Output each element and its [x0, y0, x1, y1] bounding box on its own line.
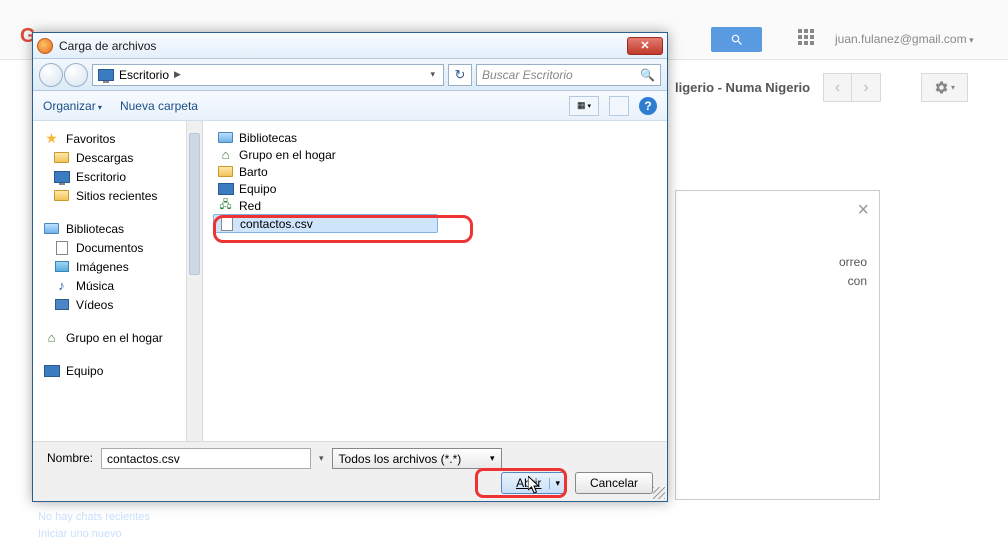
folder-icon [218, 166, 233, 177]
apps-icon[interactable] [798, 29, 814, 45]
organize-menu[interactable]: Organizar [43, 99, 102, 113]
desktop-icon [98, 69, 114, 81]
sidebar-downloads[interactable]: Descargas [33, 148, 202, 167]
new-folder-button[interactable]: Nueva carpeta [120, 99, 198, 113]
bottom-bar: Nombre: ▾ Todos los archivos (*.*) Abrir… [33, 441, 667, 501]
breadcrumb[interactable]: Escritorio ▶ ▾ [92, 64, 444, 86]
sidebar-music[interactable]: ♪Música [33, 276, 202, 295]
file-contactos-csv[interactable]: contactos.csv [213, 214, 438, 233]
address-bar: Escritorio ▶ ▾ ↻ Buscar Escritorio 🔍 [33, 59, 667, 91]
sidebar-computer[interactable]: Equipo [33, 361, 202, 380]
toolbar: Organizar Nueva carpeta ▦ ? [33, 91, 667, 121]
network-icon: 🖧 [217, 198, 234, 213]
titlebar[interactable]: Carga de archivos ✕ [33, 33, 667, 59]
file-libraries[interactable]: Bibliotecas [213, 129, 657, 146]
search-icon [730, 33, 744, 47]
file-upload-dialog: Carga de archivos ✕ Escritorio ▶ ▾ ↻ Bus… [32, 32, 668, 502]
homegroup-icon: ⌂ [43, 330, 60, 345]
computer-icon [44, 365, 60, 377]
close-button[interactable]: ✕ [627, 37, 663, 55]
document-icon [56, 241, 68, 255]
folder-icon [54, 152, 69, 163]
computer-icon [218, 183, 234, 195]
contact-name: ligerio - Numa Nigerio [675, 80, 810, 95]
file-barto[interactable]: Barto [213, 163, 657, 180]
close-icon[interactable]: × [857, 199, 869, 222]
sidebar-images[interactable]: Imágenes [33, 257, 202, 276]
sidebar-documents[interactable]: Documentos [33, 238, 202, 257]
next-button[interactable]: › [852, 73, 881, 102]
file-filter-dropdown[interactable]: Todos los archivos (*.*) [332, 448, 502, 469]
open-button[interactable]: Abrir▾ [501, 472, 565, 494]
filename-input[interactable] [101, 448, 311, 469]
sidebar-recent[interactable]: Sitios recientes [33, 186, 202, 205]
sidebar-videos[interactable]: Vídeos [33, 295, 202, 314]
library-icon [218, 132, 233, 143]
file-icon [221, 217, 233, 231]
search-button[interactable] [711, 27, 762, 52]
sidebar: ★Favoritos Descargas Escritorio Sitios r… [33, 121, 203, 441]
back-button[interactable] [39, 63, 63, 87]
account-email[interactable]: juan.fulanez@gmail.com [835, 32, 974, 46]
refresh-button[interactable]: ↻ [448, 64, 472, 86]
image-icon [55, 261, 69, 272]
chat-footer: No hay chats recientes Iniciar uno nuevo [38, 509, 150, 542]
firefox-icon [37, 38, 53, 54]
sidebar-favorites[interactable]: ★Favoritos [33, 129, 202, 148]
search-icon: 🔍 [640, 68, 655, 82]
file-computer[interactable]: Equipo [213, 180, 657, 197]
video-icon [55, 299, 69, 310]
preview-button[interactable] [609, 96, 629, 116]
view-button[interactable]: ▦ [569, 96, 599, 116]
search-input[interactable]: Buscar Escritorio 🔍 [476, 64, 661, 86]
folder-icon [54, 190, 69, 201]
sidebar-desktop[interactable]: Escritorio [33, 167, 202, 186]
sidebar-libraries[interactable]: Bibliotecas [33, 219, 202, 238]
music-icon: ♪ [53, 278, 70, 293]
file-pane[interactable]: Bibliotecas ⌂Grupo en el hogar Barto Equ… [203, 121, 667, 441]
forward-button[interactable] [64, 63, 88, 87]
settings-button[interactable] [921, 73, 968, 102]
library-icon [44, 223, 59, 234]
sidebar-homegroup[interactable]: ⌂Grupo en el hogar [33, 328, 202, 347]
prev-button[interactable]: ‹ [823, 73, 852, 102]
desktop-icon [54, 171, 70, 183]
resize-grip[interactable] [653, 487, 665, 499]
import-modal: × orreo con [675, 190, 880, 500]
help-button[interactable]: ? [639, 97, 657, 115]
file-network[interactable]: 🖧Red [213, 197, 657, 214]
homegroup-icon: ⌂ [217, 147, 234, 162]
star-icon: ★ [43, 131, 60, 146]
name-label: Nombre: [47, 448, 93, 465]
nav-buttons: ‹ › [823, 73, 881, 102]
dialog-title: Carga de archivos [59, 39, 627, 53]
file-homegroup[interactable]: ⌂Grupo en el hogar [213, 146, 657, 163]
gear-icon [934, 80, 949, 95]
scrollbar[interactable] [186, 121, 202, 441]
cancel-button[interactable]: Cancelar [575, 472, 653, 494]
